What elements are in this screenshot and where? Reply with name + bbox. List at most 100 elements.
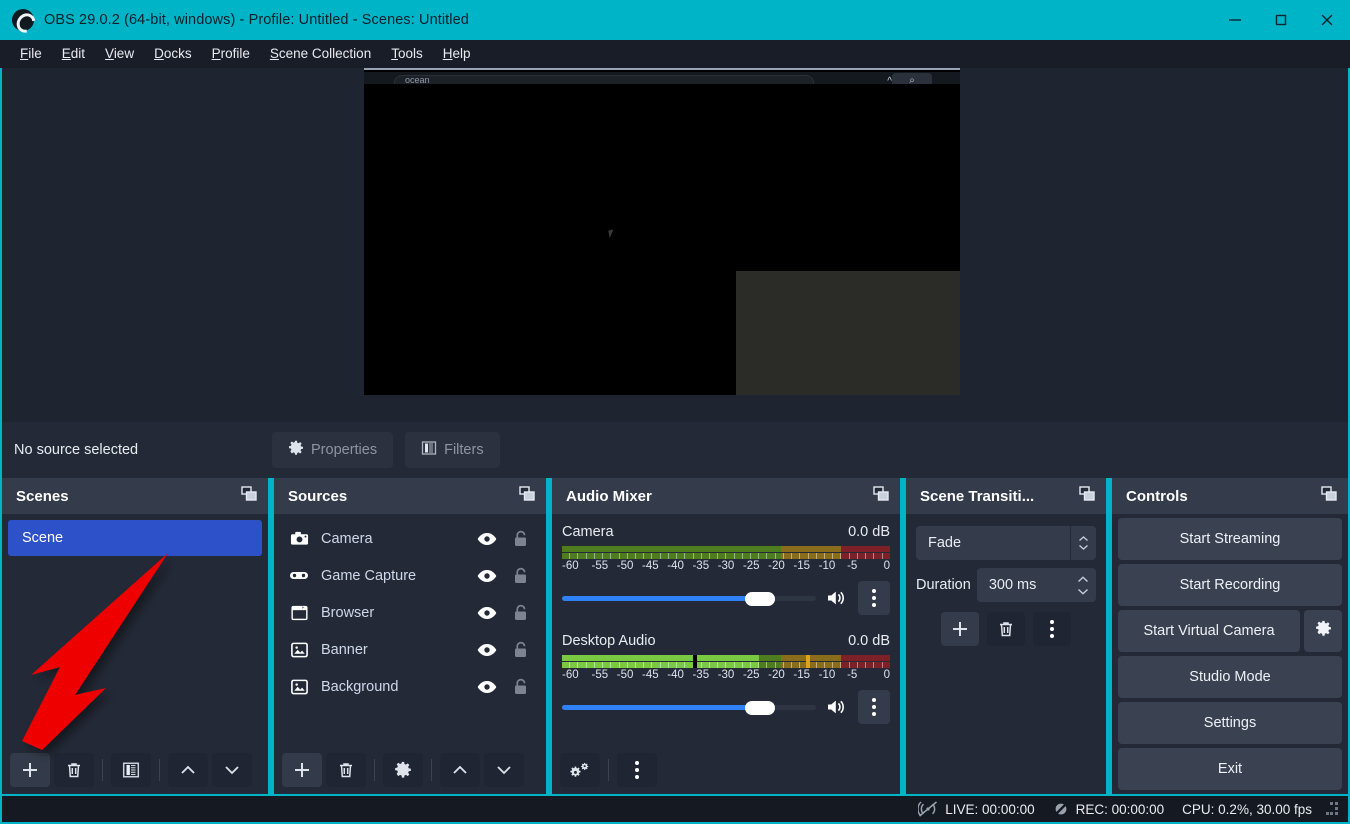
audio-advanced-properties-button[interactable]	[560, 753, 600, 787]
toolbar-separator	[102, 759, 103, 781]
preview-canvas[interactable]: ocean ^ ⌕	[364, 68, 960, 395]
close-icon[interactable]	[1304, 0, 1350, 40]
meter-tick-label: -45	[642, 669, 659, 681]
source-list-item[interactable]: Background	[274, 668, 546, 705]
scenes-dock: Scenes Scene	[2, 478, 268, 794]
volume-slider[interactable]	[562, 697, 816, 717]
toolbar-separator	[159, 759, 160, 781]
audio-level-meter	[562, 546, 890, 559]
menu-view[interactable]: View	[95, 42, 144, 65]
audio-track-menu-button[interactable]	[858, 581, 890, 615]
remove-source-button[interactable]	[326, 753, 366, 787]
scene-list-item[interactable]: Scene	[8, 520, 262, 556]
menu-scene-collection[interactable]: Scene Collection	[260, 42, 381, 65]
menu-help[interactable]: Help	[433, 42, 481, 65]
menu-docks[interactable]: Docks	[144, 42, 202, 65]
preview-area[interactable]: ocean ^ ⌕	[0, 68, 1350, 422]
minimize-icon[interactable]	[1212, 0, 1258, 40]
menu-profile[interactable]: Profile	[202, 42, 260, 65]
visibility-eye-icon[interactable]	[472, 643, 502, 657]
studio-mode-button[interactable]: Studio Mode	[1118, 656, 1342, 698]
remove-scene-button[interactable]	[54, 753, 94, 787]
filters-button[interactable]: Filters	[405, 432, 500, 468]
popout-icon[interactable]	[872, 485, 890, 508]
audio-mixer-dock: Audio Mixer Camera 0.0 dB -60 -55 -50 -4…	[552, 478, 900, 794]
volume-slider[interactable]	[562, 588, 816, 608]
source-properties-button[interactable]	[383, 753, 423, 787]
virtual-camera-settings-button[interactable]	[1304, 610, 1342, 652]
meter-tick-label: -15	[793, 560, 811, 572]
cpu-status: CPU: 0.2%, 30.00 fps	[1182, 802, 1312, 817]
move-scene-down-button[interactable]	[212, 753, 252, 787]
popout-icon[interactable]	[1078, 485, 1096, 508]
source-item-label: Browser	[321, 604, 375, 621]
add-source-button[interactable]	[282, 753, 322, 787]
spinner-arrows-icon[interactable]	[1070, 575, 1096, 595]
duration-spinner[interactable]: 300 ms	[976, 568, 1096, 602]
visibility-eye-icon[interactable]	[472, 532, 502, 546]
meter-ticks	[562, 553, 890, 559]
toolbar-separator	[608, 759, 609, 781]
start-streaming-button[interactable]: Start Streaming	[1118, 518, 1342, 560]
start-virtual-camera-button[interactable]: Start Virtual Camera	[1118, 610, 1300, 652]
chevron-updown-icon[interactable]	[1070, 526, 1096, 560]
source-list-item[interactable]: Game Capture	[274, 557, 546, 594]
lock-icon[interactable]	[502, 530, 538, 547]
lock-icon[interactable]	[502, 604, 538, 621]
source-list-item[interactable]: Camera	[274, 520, 546, 557]
speaker-icon[interactable]	[824, 589, 850, 607]
source-list-item[interactable]: Banner	[274, 631, 546, 668]
source-list-item[interactable]: Browser	[274, 594, 546, 631]
scenes-title-label: Scenes	[16, 487, 69, 505]
audio-mixer-body: Camera 0.0 dB -60 -55 -50 -45 -40 -35 -3…	[552, 514, 900, 750]
live-status: LIVE: 00:00:00	[918, 801, 1035, 817]
image-icon	[288, 641, 310, 659]
maximize-icon[interactable]	[1258, 0, 1304, 40]
properties-button[interactable]: Properties	[272, 432, 394, 468]
add-scene-button[interactable]	[10, 753, 50, 787]
audio-track: Camera 0.0 dB -60 -55 -50 -45 -40 -35 -3…	[552, 520, 900, 615]
lock-icon[interactable]	[502, 641, 538, 658]
audio-track-menu-button[interactable]	[858, 690, 890, 724]
menu-tools[interactable]: Tools	[381, 42, 433, 65]
meter-tick-label: -45	[642, 560, 659, 572]
start-recording-button[interactable]: Start Recording	[1118, 564, 1342, 606]
transition-menu-button[interactable]	[1033, 612, 1071, 646]
meter-tick-label: -40	[667, 669, 684, 681]
move-source-up-button[interactable]	[440, 753, 480, 787]
scene-filters-button[interactable]	[111, 753, 151, 787]
settings-button[interactable]: Settings	[1118, 702, 1342, 744]
scene-transitions-dock-title: Scene Transiti...	[906, 478, 1106, 514]
audio-track-name: Desktop Audio	[562, 633, 656, 649]
toolbar-separator	[431, 759, 432, 781]
remove-transition-button[interactable]	[987, 612, 1025, 646]
audio-mixer-menu-button[interactable]	[617, 753, 657, 787]
visibility-eye-icon[interactable]	[472, 569, 502, 583]
popout-icon[interactable]	[518, 485, 536, 508]
visibility-eye-icon[interactable]	[472, 606, 502, 620]
lock-icon[interactable]	[502, 678, 538, 695]
transition-select[interactable]: Fade	[916, 526, 1096, 560]
scene-transitions-body: Fade Duration 300 ms	[906, 514, 1106, 750]
sources-list[interactable]: Camera Game Capture Browser Banner Backg…	[274, 514, 546, 750]
move-scene-up-button[interactable]	[168, 753, 208, 787]
move-source-down-button[interactable]	[484, 753, 524, 787]
search-icon: ⌕	[892, 73, 932, 84]
menu-file[interactable]: File	[10, 42, 52, 65]
scenes-list[interactable]: Scene	[2, 514, 268, 750]
lock-icon[interactable]	[502, 567, 538, 584]
menu-edit[interactable]: Edit	[52, 42, 95, 65]
meter-scale: -60 -55 -50 -45 -40 -35 -30 -25 -20 -15 …	[562, 669, 890, 681]
controls-body: Start Streaming Start Recording Start Vi…	[1112, 514, 1348, 794]
exit-button[interactable]: Exit	[1118, 748, 1342, 790]
obs-logo-icon	[12, 9, 34, 31]
add-transition-button[interactable]	[941, 612, 979, 646]
window-controls	[1212, 0, 1350, 40]
visibility-eye-icon[interactable]	[472, 680, 502, 694]
resize-grip-icon[interactable]	[1326, 802, 1340, 816]
meter-peak-hold	[806, 655, 811, 668]
meter-tick-label: -5	[847, 560, 858, 572]
popout-icon[interactable]	[240, 485, 258, 508]
speaker-icon[interactable]	[824, 698, 850, 716]
popout-icon[interactable]	[1320, 485, 1338, 508]
